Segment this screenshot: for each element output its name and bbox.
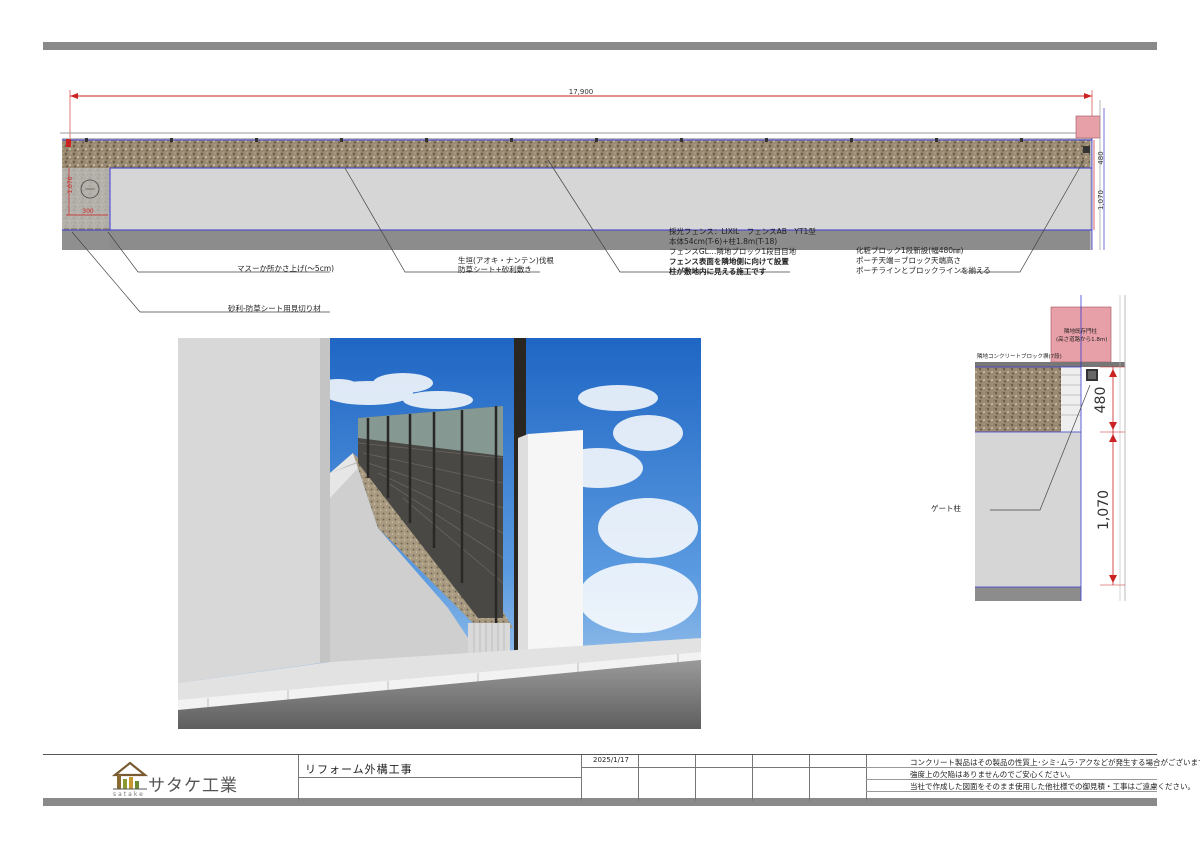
annotation-fence-1: 採光フェンス：LIXIL フェンスAB YT1型: [669, 227, 816, 236]
annotation-fence-3: フェンスGL…隣地ブロック1段目目地: [669, 247, 797, 256]
perspective-render: [178, 338, 701, 729]
plan-dim-total: 17,900: [569, 88, 594, 96]
title-notes-divider-2: [866, 779, 1157, 780]
plan-left-dim-w: 300: [82, 208, 94, 215]
annotation-masu: マスーか所かさ上げ(〜5cm): [237, 264, 335, 273]
title-stamp-cell-3: [752, 755, 810, 801]
title-notes-divider-1: [866, 767, 1157, 768]
section-dim-480: 480: [1093, 387, 1109, 414]
plan-dim-480: 480: [1097, 151, 1105, 164]
title-notes-divider-3: [866, 791, 1157, 792]
title-notes-left-divider: [866, 755, 867, 801]
project-name: リフォーム外構工事: [305, 763, 413, 776]
annotation-fence-2: 本体54cm(T-6)+柱1.8m(T-18): [669, 237, 778, 246]
annotation-plant-1: 生垣(アオキ・ナンテン)伐根: [458, 256, 554, 265]
title-block: サタケ工業 satake リフォーム外構工事 2025/1/17 コンクリート製…: [43, 754, 1200, 801]
title-stamp-cell-1: [638, 755, 696, 801]
section-dim-1070: 1,070: [1096, 490, 1112, 530]
annotation-plant-2: 防草シート+砂利敷き: [458, 265, 532, 274]
section-block-label: 隣地コンクリートブロック塀(7段): [977, 354, 1062, 360]
plan-view-drawing: 17,900 480 1,070 1,070 300: [60, 88, 1105, 313]
plan-dim-1070: 1,070: [1097, 190, 1105, 210]
annotation-block-3: ポーチラインとブロックラインを揃える: [856, 266, 991, 275]
annotation-fence-5: 柱が敷地内に見える施工です: [669, 267, 767, 276]
drawing-date: 2025/1/17: [593, 756, 629, 764]
section-pink-label-2: (高さ道路から1.8m): [1056, 337, 1108, 343]
company-sub: satake: [113, 791, 145, 798]
plan-left-dim-h: 1,070: [67, 176, 74, 193]
satake-logo-icon: [111, 761, 149, 790]
annotation-gravel-cut: 砂利-防草シート用見切り材: [228, 304, 321, 313]
title-divider: [298, 777, 581, 778]
section-gate-label: ゲート柱: [931, 504, 961, 513]
title-stamp-cell-4: [809, 755, 867, 801]
annotation-fence-4: フェンス表面を隣地側に向けて設置: [669, 257, 789, 266]
annotation-block-2: ポーチ天端＝ブロック天端高さ: [856, 256, 961, 265]
title-stamp-cell-2: [695, 755, 753, 801]
title-date-divider: [581, 767, 866, 768]
company-name: サタケ工業: [148, 776, 238, 796]
section-detail-drawing: 480 1,070: [975, 295, 1126, 601]
annotation-block-1: 化粧ブロック1段新設(幅480㎜): [856, 246, 964, 255]
